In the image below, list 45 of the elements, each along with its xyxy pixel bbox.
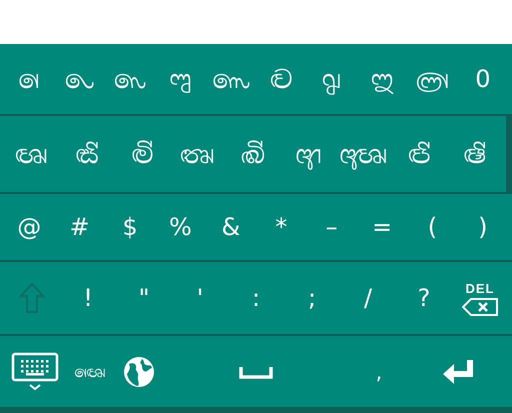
language-key[interactable]: 𑇡𑇪 [65, 336, 115, 407]
character-key[interactable]: 𑇩 [407, 44, 458, 114]
enter-icon [442, 358, 476, 386]
character-key[interactable]: ; [284, 262, 340, 334]
delete-key[interactable]: DEL [452, 262, 508, 334]
character-key[interactable]: : [228, 262, 284, 334]
character-key[interactable]: % [155, 194, 206, 260]
backspace-icon [462, 298, 498, 316]
character-key[interactable]: 𑇫 [59, 116, 115, 192]
character-key[interactable]: 𑇡 [4, 44, 54, 114]
character-key[interactable]: 𑇥 [206, 44, 256, 114]
character-key[interactable]: * [256, 194, 306, 260]
character-key[interactable]: 𑇮 [225, 116, 281, 192]
character-key[interactable]: 𑇨 [356, 44, 408, 114]
character-key[interactable]: 𑇲 [446, 116, 502, 192]
character-key[interactable]: ? [396, 262, 452, 334]
character-key[interactable]: # [54, 194, 105, 260]
character-key[interactable]: / [340, 262, 396, 334]
character-key[interactable]: 𑇣 [104, 44, 156, 114]
character-key[interactable]: @ [4, 194, 54, 260]
character-key[interactable]: 0 [458, 44, 508, 114]
space-icon [239, 364, 273, 378]
character-key[interactable]: ! [60, 262, 116, 334]
character-key[interactable]: $ [104, 194, 156, 260]
character-key[interactable]: 𑇧 [306, 44, 357, 114]
character-key[interactable]: 𑇰 [336, 116, 392, 192]
character-key[interactable]: ( [407, 194, 458, 260]
character-key[interactable]: = [356, 194, 408, 260]
character-key[interactable]: ) [458, 194, 508, 260]
character-key[interactable]: 𑇭 [170, 116, 226, 192]
character-key[interactable]: " [116, 262, 172, 334]
character-key[interactable]: 𑇢 [54, 44, 105, 114]
character-key[interactable]: 𑇤 [155, 44, 206, 114]
character-key[interactable]: 𑇦 [256, 44, 306, 114]
globe-icon [123, 356, 156, 388]
keyboard-icon [10, 352, 59, 392]
shift-icon [19, 282, 45, 314]
character-key[interactable]: ' [172, 262, 228, 334]
character-key[interactable]: 𑇱 [391, 116, 447, 192]
character-key[interactable]: , [348, 336, 410, 407]
character-key[interactable]: & [206, 194, 256, 260]
character-key[interactable]: 𑇪 [4, 116, 60, 192]
character-key[interactable]: 𑇬 [114, 116, 170, 192]
character-key[interactable]: – [306, 194, 357, 260]
character-key[interactable]: 𑇯 [280, 116, 336, 192]
